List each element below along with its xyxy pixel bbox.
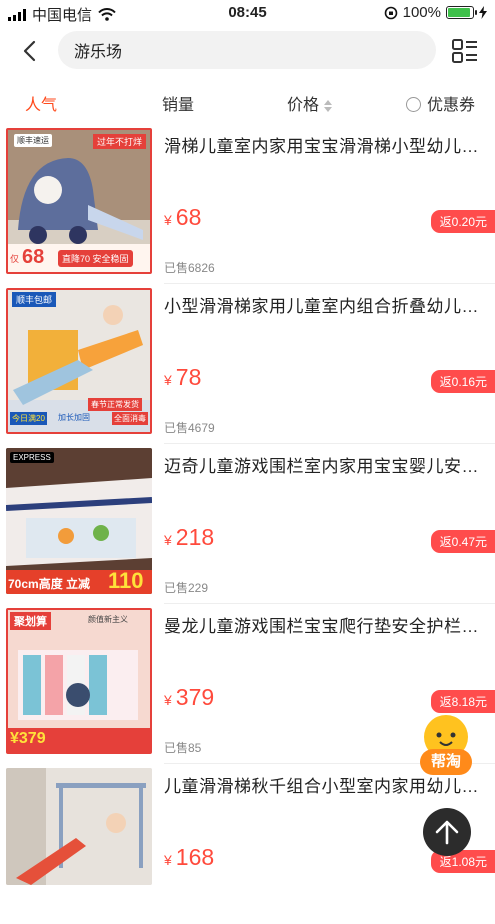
thumb-price-strip: 仅 68 直降70 安全稳固 bbox=[8, 244, 150, 272]
thumb-badge-express: 顺丰速运 bbox=[14, 134, 52, 147]
sold-count: 已售85 bbox=[164, 741, 202, 755]
currency-symbol: ¥ bbox=[164, 212, 172, 228]
sold-count: 已售4679 bbox=[164, 421, 215, 435]
product-item[interactable]: 儿童滑滑梯秋千组合小型室内家用幼儿园游乐场 ¥168 返1.08元 bbox=[0, 764, 495, 924]
thumb-badge-holiday: 春节正常发货 bbox=[88, 398, 142, 411]
coupon-filter[interactable]: 优惠券 bbox=[406, 91, 475, 115]
price-value: 168 bbox=[175, 844, 215, 870]
thumb-badge-clean: 全面消毒 bbox=[112, 412, 148, 425]
thumb-discount: 110 bbox=[108, 568, 144, 593]
sort-sales-tab[interactable]: 销量 bbox=[162, 91, 194, 115]
rebate-badge: 返0.16元 bbox=[430, 370, 495, 393]
sort-price-tab[interactable]: 价格 bbox=[287, 91, 333, 115]
product-title[interactable]: 小型滑滑梯家用儿童室内组合折叠幼儿园游乐场 bbox=[164, 292, 480, 317]
slide-swing-illustration bbox=[6, 768, 152, 885]
thumb-badge-juhuasuan: 聚划算 bbox=[10, 612, 51, 630]
thumb-price-strip: ¥379 bbox=[8, 728, 150, 752]
charging-bolt-icon bbox=[479, 6, 487, 19]
battery-icon bbox=[446, 6, 477, 19]
search-input[interactable] bbox=[58, 31, 436, 69]
thumb-slogan: 颜值新主义 bbox=[88, 615, 128, 624]
currency-symbol: ¥ bbox=[164, 692, 172, 708]
price-value: 68 bbox=[175, 204, 202, 230]
rebate-badge: 返0.47元 bbox=[430, 530, 495, 553]
battery-percent: 100% bbox=[402, 4, 441, 21]
product-price: ¥379 bbox=[164, 684, 214, 711]
sort-popular-tab[interactable]: 人气 bbox=[25, 91, 57, 115]
product-thumbnail bbox=[6, 768, 152, 885]
product-thumbnail: 聚划算 颜值新主义 ¥379 bbox=[6, 608, 152, 754]
product-title[interactable]: 迈奇儿童游戏围栏室内家用宝宝婴儿安全防护栏 bbox=[164, 452, 480, 477]
product-price: ¥78 bbox=[164, 364, 201, 391]
price-value: 218 bbox=[175, 524, 215, 550]
thumb-badge-express: EXPRESS bbox=[10, 452, 54, 463]
thumb-badge-deal: 今日满20 bbox=[10, 412, 47, 425]
product-price: ¥168 bbox=[164, 844, 214, 871]
sort-price-label: 价格 bbox=[287, 97, 320, 114]
search-header bbox=[0, 30, 495, 74]
currency-symbol: ¥ bbox=[164, 852, 172, 868]
thumb-price-strip: 70cm高度 立减 110 bbox=[6, 568, 152, 594]
product-title[interactable]: 曼龙儿童游戏围栏宝宝爬行垫安全护栏室内家用 bbox=[164, 612, 480, 637]
thumb-height-label: 70cm高度 立减 bbox=[8, 577, 91, 591]
battery-group: 100% bbox=[384, 4, 487, 21]
sort-arrows-icon bbox=[324, 99, 333, 112]
thumb-only-label: 仅 bbox=[10, 254, 20, 264]
product-thumbnail: 顺丰速运 过年不打烊 仅 68 直降70 安全稳固 bbox=[6, 128, 152, 274]
thumb-price: 68 bbox=[22, 246, 45, 268]
radio-icon bbox=[406, 97, 421, 112]
product-title[interactable]: 滑梯儿童室内家用宝宝滑滑梯小型幼儿园游乐场 bbox=[164, 132, 480, 157]
status-bar: 中国电信 08:45 100% bbox=[0, 0, 495, 26]
product-thumbnail: 顺丰包邮 春节正常发货 今日满20 加长加固 全面消毒 bbox=[6, 288, 152, 434]
thumb-price: ¥379 bbox=[10, 730, 46, 747]
chevron-left-icon[interactable] bbox=[18, 38, 44, 64]
helper-label: 帮淘 bbox=[420, 749, 472, 775]
product-price: ¥218 bbox=[164, 524, 214, 551]
product-thumbnail: EXPRESS 70cm高度 立减 110 bbox=[6, 448, 152, 594]
thumb-badge-promo: 过年不打烊 bbox=[92, 134, 146, 149]
back-to-top-button[interactable] bbox=[423, 808, 471, 856]
shopping-helper-button[interactable]: 帮淘 bbox=[420, 715, 476, 779]
thumb-discount: 直降70 安全稳固 bbox=[58, 250, 133, 267]
product-item[interactable]: 顺丰包邮 春节正常发货 今日满20 加长加固 全面消毒 小型滑滑梯家用儿童室内组… bbox=[0, 284, 495, 444]
currency-symbol: ¥ bbox=[164, 532, 172, 548]
product-item[interactable]: EXPRESS 70cm高度 立减 110 迈奇儿童游戏围栏室内家用宝宝婴儿安全… bbox=[0, 444, 495, 604]
rebate-badge: 返0.20元 bbox=[430, 210, 495, 233]
currency-symbol: ¥ bbox=[164, 372, 172, 388]
product-item[interactable]: 顺丰速运 过年不打烊 仅 68 直降70 安全稳固 滑梯儿童室内家用宝宝滑滑梯小… bbox=[0, 124, 495, 284]
sold-count: 已售229 bbox=[164, 581, 209, 595]
orientation-lock-icon bbox=[384, 6, 397, 19]
sold-count: 已售6826 bbox=[164, 261, 215, 275]
list-grid-toggle-icon[interactable] bbox=[451, 37, 479, 65]
price-value: 379 bbox=[175, 684, 215, 710]
arrow-up-icon bbox=[435, 820, 459, 845]
sort-bar: 人气 销量 价格 优惠券 bbox=[0, 84, 495, 118]
coupon-filter-label: 优惠券 bbox=[427, 97, 476, 114]
thumb-badge-feature: 加长加固 bbox=[58, 413, 90, 422]
price-value: 78 bbox=[175, 364, 202, 390]
rebate-badge: 返8.18元 bbox=[430, 690, 495, 713]
product-price: ¥68 bbox=[164, 204, 201, 231]
thumb-badge-shipping: 顺丰包邮 bbox=[12, 292, 57, 307]
